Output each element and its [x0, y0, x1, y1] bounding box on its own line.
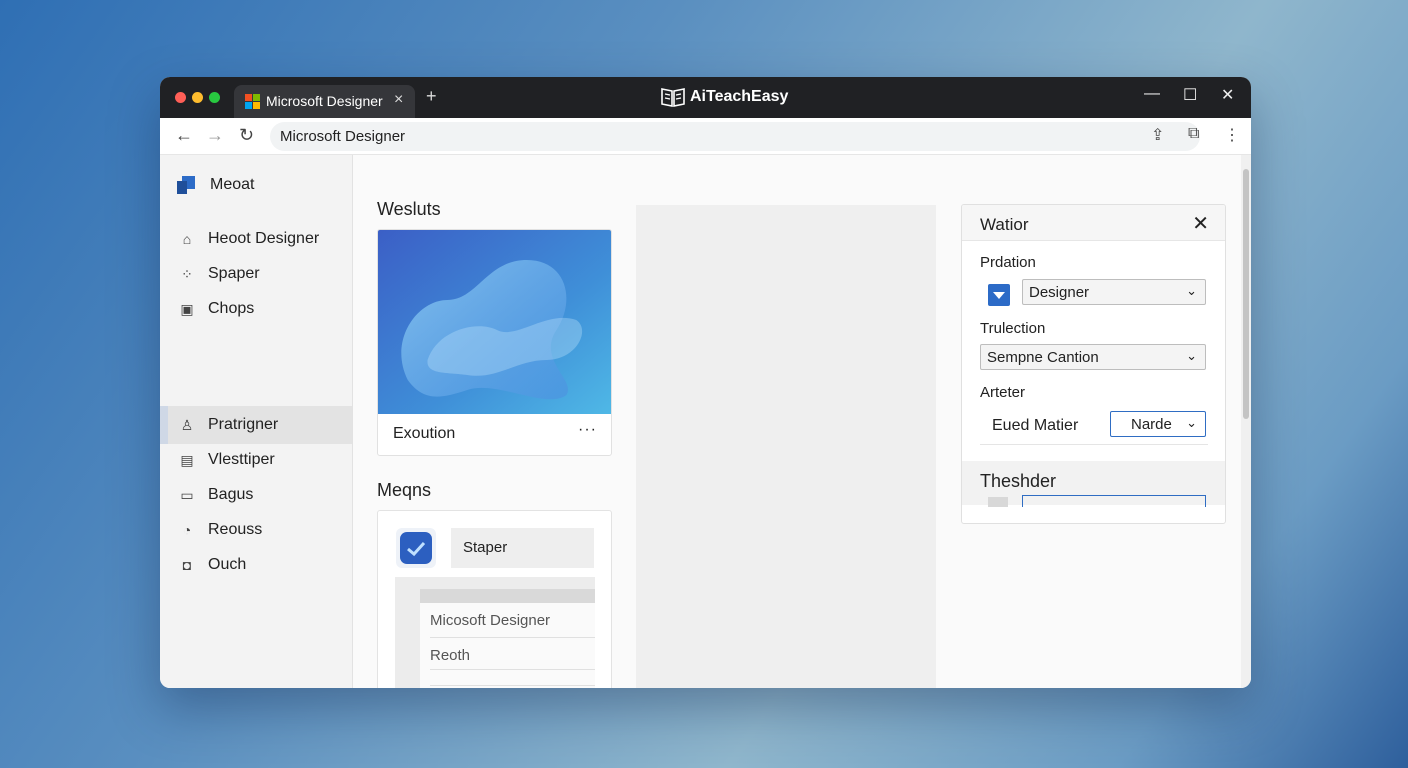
color-swatch[interactable]	[988, 284, 1010, 306]
book-icon	[661, 88, 685, 107]
menu-divider	[430, 637, 595, 638]
tab-title: Microsoft Designer	[266, 93, 383, 109]
image-icon: ▭	[180, 486, 194, 503]
menu-icon[interactable]: ⋮	[1224, 125, 1240, 145]
footer-title: Theshder	[980, 471, 1057, 491]
menu-field[interactable]: Staper	[451, 528, 594, 568]
tab-close-icon[interactable]: ×	[394, 91, 403, 109]
main-content: Wesluts Exoution ··· Meqns Staper Micoso…	[353, 155, 1241, 688]
title-bar: Microsoft Designer × + AiTeachEasy — ☐ ✕	[160, 77, 1251, 118]
sidebar-item-pratrigner-row[interactable]: ♙ Pratrigner	[160, 406, 352, 444]
results-title: Wesluts	[377, 199, 441, 219]
sidebar-item-heoot-designer[interactable]: ⌂ Heoot Designer	[160, 220, 352, 258]
brand-logo: AiTeachEasy	[660, 86, 788, 108]
chevron-down-icon: ⌄	[1186, 415, 1197, 430]
more-options-icon[interactable]: ···	[578, 421, 597, 439]
minimize-window-dot[interactable]	[192, 92, 203, 103]
history-icon: ◔	[182, 522, 192, 538]
new-tab-button[interactable]: +	[426, 86, 437, 107]
sidebar-item-label: Ouch	[208, 556, 247, 573]
minimize-button[interactable]: —	[1144, 85, 1160, 103]
scrollbar[interactable]	[1241, 155, 1251, 688]
design-card[interactable]: Exoution ···	[377, 229, 612, 456]
home-icon: ⌂	[182, 231, 192, 247]
footer-chip	[988, 497, 1008, 507]
menu-list-header	[420, 589, 595, 603]
browser-window: Microsoft Designer × + AiTeachEasy — ☐ ✕…	[160, 77, 1251, 688]
zoom-window-dot[interactable]	[209, 92, 220, 103]
sidebar-item-spaper[interactable]: ⁘ Spaper	[160, 255, 352, 293]
menu-divider	[430, 669, 595, 670]
card-title: Exoution	[393, 425, 456, 442]
sidebar-item-reouss[interactable]: ◔ Reouss	[160, 511, 352, 549]
menu-field-label: Staper	[463, 539, 508, 556]
designer-select[interactable]: Designer ⌄	[1022, 279, 1206, 305]
check-badge-icon	[400, 532, 432, 564]
box-icon: ◘	[182, 557, 192, 573]
designer-logo-icon	[177, 176, 195, 194]
narde-select[interactable]: Narde ⌄	[1110, 411, 1206, 437]
sidebar-item-ouch[interactable]: ◘ Ouch	[160, 546, 352, 584]
section-label: Prdation	[980, 254, 1036, 271]
scrollbar-thumb[interactable]	[1243, 169, 1249, 419]
menu-card: Staper Micosoft Designer Reoth	[377, 510, 612, 688]
share-icon[interactable]: ⇪	[1151, 125, 1164, 145]
sidebar-item-chops[interactable]: ▣ Chops	[160, 290, 352, 328]
design-preview-image	[378, 230, 611, 414]
menu-row[interactable]: Micosoft Designer	[430, 612, 550, 629]
sidebar-item-label: Reouss	[208, 521, 263, 538]
address-bar[interactable]: Microsoft Designer	[270, 122, 1200, 151]
address-text: Microsoft Designer	[280, 128, 406, 145]
select-value: Narde	[1131, 416, 1172, 433]
person-icon: ♙	[180, 416, 194, 433]
canvas-placeholder	[636, 205, 936, 688]
panel-header: Watior ✕	[962, 205, 1225, 241]
back-icon[interactable]: ←	[175, 125, 193, 146]
sidebar-header[interactable]: Meoat	[176, 175, 254, 195]
sidebar-item-label: Heoot Designer	[208, 230, 320, 247]
menus-title: Meqns	[377, 480, 432, 500]
panel-footer: Theshder	[962, 461, 1225, 507]
footer-select[interactable]	[1022, 495, 1206, 507]
layout-icon: ▣	[180, 300, 194, 317]
sidebar-header-label: Meoat	[210, 176, 255, 193]
section-label: Trulection	[980, 320, 1046, 337]
properties-panel: Watior ✕ Prdation Designer ⌄ Trulection …	[961, 204, 1226, 524]
sidebar: Meoat ⌂ Heoot Designer ⁘ Spaper ▣ Chops …	[160, 155, 353, 688]
grid-icon: ⁘	[181, 265, 193, 282]
menu-thumbnail	[396, 528, 436, 568]
row-label: Eued Matier	[992, 417, 1079, 434]
sidebar-item-label: Spaper	[208, 265, 260, 282]
section-label: Arteter	[980, 384, 1026, 401]
caption-select[interactable]: Sempne Cantion ⌄	[980, 344, 1206, 370]
chevron-down-icon: ⌄	[1186, 348, 1197, 363]
close-icon[interactable]: ✕	[1192, 211, 1209, 236]
browser-toolbar: ← → ↻ Microsoft Designer ⇪ ⧉ ⋮	[160, 118, 1251, 155]
divider	[980, 444, 1208, 445]
panel-title: Watior	[980, 215, 1029, 234]
sidebar-item-vlesttiper[interactable]: ▤ Vlesttiper	[160, 441, 352, 479]
menu-row[interactable]: Reoth	[430, 647, 470, 664]
close-button[interactable]: ✕	[1221, 85, 1234, 105]
menu-list: Micosoft Designer Reoth	[420, 589, 595, 688]
select-value: Sempne Cantion	[987, 349, 1099, 366]
forward-icon[interactable]: →	[206, 125, 224, 146]
sidebar-item-bagus[interactable]: ▭ Bagus	[160, 476, 352, 514]
sidebar-item-label: Bagus	[208, 486, 254, 503]
calendar-icon: ▤	[180, 451, 194, 468]
menu-divider	[430, 685, 595, 686]
extensions-icon[interactable]: ⧉	[1188, 125, 1199, 143]
menu-submenu: Micosoft Designer Reoth	[395, 577, 595, 688]
sidebar-item-label: Pratrigner	[208, 416, 279, 433]
browser-tab[interactable]: Microsoft Designer ×	[234, 85, 415, 118]
sidebar-item-label: Chops	[208, 300, 255, 317]
chevron-down-icon: ⌄	[1186, 283, 1197, 298]
reload-icon[interactable]: ↻	[239, 125, 254, 146]
microsoft-logo-icon	[245, 94, 261, 110]
sidebar-item-label: Vlesttiper	[208, 451, 275, 468]
brand-name: AiTeachEasy	[690, 88, 789, 105]
select-value: Designer	[1029, 284, 1090, 301]
maximize-button[interactable]: ☐	[1183, 85, 1197, 105]
close-window-dot[interactable]	[175, 92, 186, 103]
